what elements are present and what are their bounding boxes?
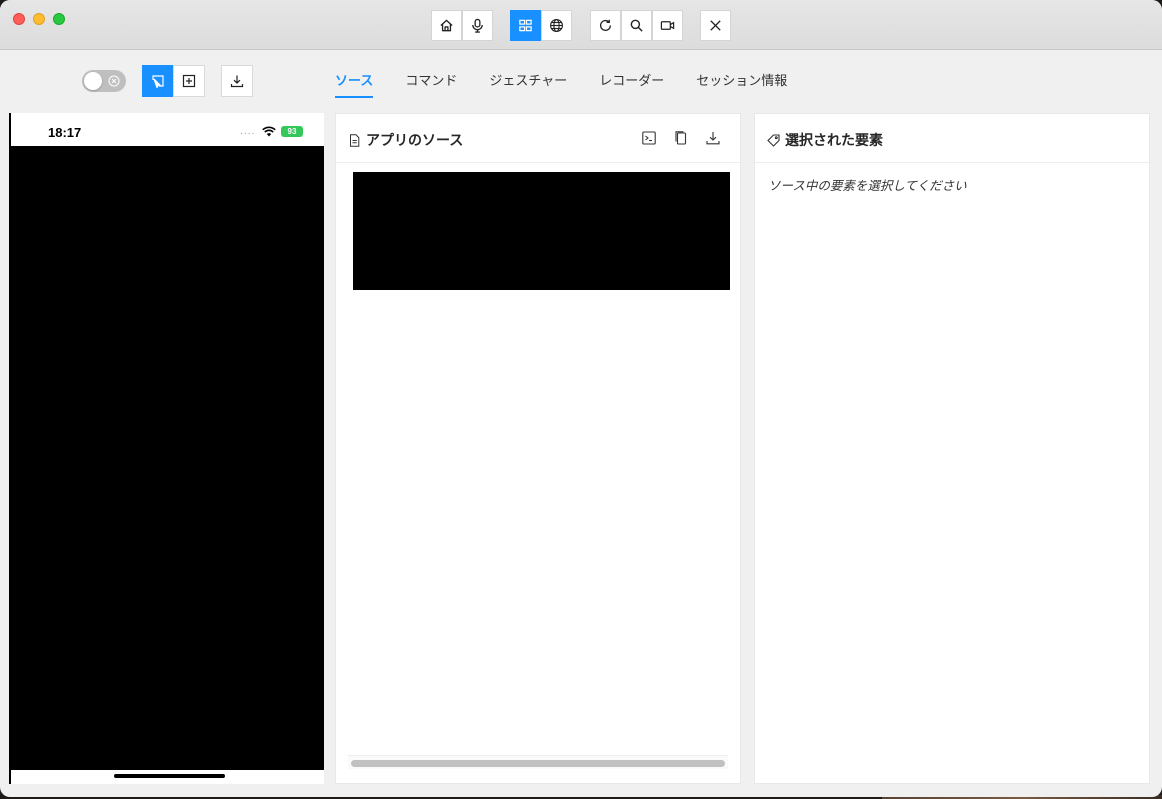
scrollbar-thumb[interactable] bbox=[351, 760, 725, 767]
selected-element-panel: 選択された要素 ソース中の要素を選択してください bbox=[754, 113, 1150, 784]
native-mode-button[interactable] bbox=[510, 10, 541, 41]
window-minimize-button[interactable] bbox=[33, 13, 45, 25]
window-close-button[interactable] bbox=[13, 13, 25, 25]
search-button[interactable] bbox=[621, 10, 652, 41]
quit-session-button[interactable] bbox=[700, 10, 731, 41]
horizontal-scrollbar[interactable] bbox=[348, 755, 728, 769]
source-title-text: アプリのソース bbox=[366, 133, 464, 149]
element-title-text: 選択された要素 bbox=[785, 133, 883, 149]
element-panel-title: 選択された要素 bbox=[767, 130, 883, 150]
close-icon bbox=[710, 20, 721, 31]
record-button[interactable] bbox=[652, 10, 683, 41]
select-elements-button[interactable] bbox=[142, 65, 174, 97]
refresh-button[interactable] bbox=[590, 10, 621, 41]
video-icon bbox=[660, 21, 675, 30]
tab-session-info[interactable]: セッション情報 bbox=[696, 70, 787, 98]
title-bar bbox=[0, 0, 1162, 50]
device-screenshot[interactable]: 18:17 .... 93 bbox=[9, 113, 324, 784]
home-indicator bbox=[114, 774, 225, 778]
download-icon[interactable] bbox=[705, 130, 721, 146]
toggle-knob bbox=[84, 72, 102, 90]
refresh-icon bbox=[600, 19, 612, 31]
tap-coordinates-button[interactable] bbox=[173, 65, 205, 97]
search-icon bbox=[630, 19, 643, 32]
inspector-tabs: ソース コマンド ジェスチャー レコーダー セッション情報 bbox=[335, 70, 819, 98]
grid-icon bbox=[519, 19, 532, 32]
device-status-bar: 18:17 .... 93 bbox=[11, 113, 324, 146]
device-time: 18:17 bbox=[48, 125, 82, 140]
tab-commands[interactable]: コマンド bbox=[405, 70, 457, 98]
microphone-icon bbox=[472, 18, 483, 33]
download-icon bbox=[230, 75, 244, 88]
window-maximize-button[interactable] bbox=[53, 13, 65, 25]
tab-source[interactable]: ソース bbox=[335, 70, 374, 98]
show-attributes-toggle[interactable] bbox=[82, 70, 126, 92]
globe-icon bbox=[550, 19, 563, 32]
select-element-icon bbox=[152, 75, 164, 88]
home-button[interactable] bbox=[431, 10, 462, 41]
app-source-panel: アプリのソース bbox=[335, 113, 741, 784]
source-panel-header: アプリのソース bbox=[336, 114, 740, 163]
battery-icon: 93 bbox=[281, 126, 303, 137]
source-tree-content[interactable] bbox=[353, 172, 730, 290]
tab-recorder[interactable]: レコーダー bbox=[599, 70, 664, 98]
tab-gestures[interactable]: ジェスチャー bbox=[489, 70, 567, 98]
tap-coordinates-icon bbox=[182, 74, 196, 88]
microphone-button[interactable] bbox=[462, 10, 493, 41]
element-panel-header: 選択された要素 bbox=[755, 114, 1149, 163]
wifi-icon bbox=[262, 126, 276, 137]
select-element-placeholder: ソース中の要素を選択してください bbox=[768, 178, 967, 193]
file-icon bbox=[350, 133, 360, 147]
home-icon bbox=[440, 19, 453, 32]
copy-icon[interactable] bbox=[673, 130, 689, 146]
app-window: ソース コマンド ジェスチャー レコーダー セッション情報 18:17 ....… bbox=[0, 0, 1162, 797]
close-circle-icon bbox=[108, 75, 120, 87]
download-screenshot-button[interactable] bbox=[221, 65, 253, 97]
terminal-icon[interactable] bbox=[641, 130, 657, 146]
source-panel-title: アプリのソース bbox=[348, 130, 463, 150]
tag-icon bbox=[767, 133, 780, 147]
web-mode-button[interactable] bbox=[541, 10, 572, 41]
cellular-signal-icon: .... bbox=[240, 127, 256, 137]
home-bar-area bbox=[11, 770, 324, 784]
